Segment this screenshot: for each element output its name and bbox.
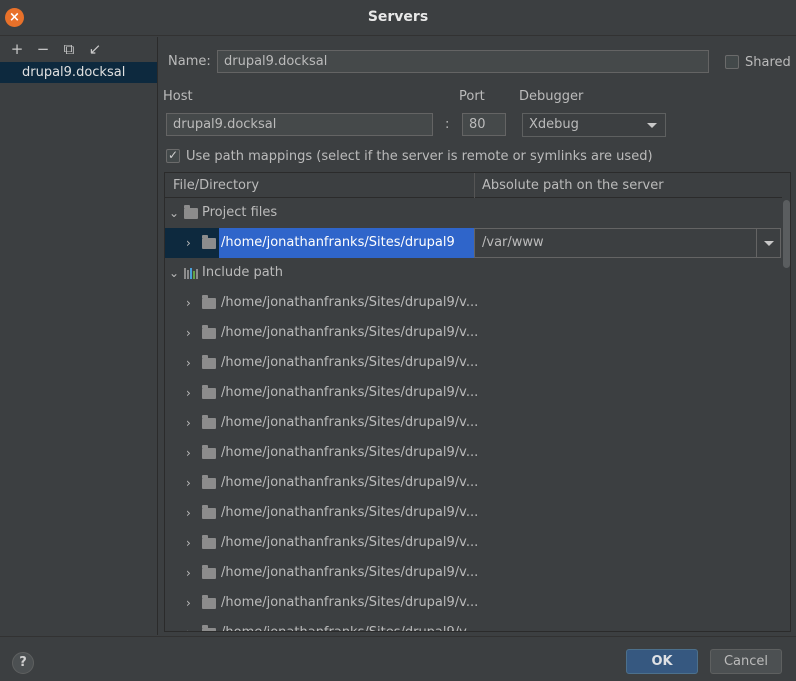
- folder-icon: [202, 355, 216, 369]
- table-header: File/Directory Absolute path on the serv…: [165, 173, 782, 198]
- include-path-item[interactable]: › /home/jonathanfranks/Sites/drupal9/v...: [165, 498, 782, 528]
- port-field[interactable]: [462, 113, 506, 136]
- shared-label: Shared: [745, 55, 791, 70]
- include-path-item[interactable]: › /home/jonathanfranks/Sites/drupal9/v...: [165, 288, 782, 318]
- shared-checkbox[interactable]: [725, 55, 739, 69]
- column-header-file[interactable]: File/Directory: [165, 173, 259, 198]
- chevron-right-icon[interactable]: ›: [186, 228, 191, 258]
- include-path-item[interactable]: › /home/jonathanfranks/Sites/drupal9/v...: [165, 378, 782, 408]
- help-button[interactable]: ?: [12, 652, 34, 674]
- include-path-item[interactable]: › /home/jonathanfranks/Sites/drupal9/v...: [165, 348, 782, 378]
- include-path-text: /home/jonathanfranks/Sites/drupal9/v...: [221, 595, 479, 610]
- server-path-editor[interactable]: /var/www: [474, 228, 781, 258]
- folder-icon: [202, 595, 216, 609]
- project-files-row[interactable]: ⌄ Project files: [165, 198, 782, 228]
- column-header-absolute-path[interactable]: Absolute path on the server: [474, 173, 664, 198]
- scrollbar-thumb[interactable]: [783, 200, 790, 268]
- include-path-text: /home/jonathanfranks/Sites/drupal9/v...: [221, 618, 478, 631]
- chevron-right-icon[interactable]: ›: [186, 618, 191, 631]
- include-path-item[interactable]: › /home/jonathanfranks/Sites/drupal9/v...: [165, 528, 782, 558]
- server-item-drupal9[interactable]: drupal9.docksal: [0, 62, 157, 83]
- include-path-text: /home/jonathanfranks/Sites/drupal9/v...: [221, 535, 479, 550]
- include-path-text: /home/jonathanfranks/Sites/drupal9/v...: [221, 325, 479, 340]
- copy-icon[interactable]: ⧉: [56, 38, 82, 60]
- include-path-item[interactable]: › /home/jonathanfranks/Sites/drupal9/v...: [165, 438, 782, 468]
- folder-icon: [202, 445, 216, 459]
- project-local-path: /home/jonathanfranks/Sites/drupal9: [221, 235, 455, 250]
- folder-icon: [202, 565, 216, 579]
- host-field[interactable]: [166, 113, 433, 136]
- path-mappings-label: Use path mappings (select if the server …: [186, 149, 653, 164]
- debugger-select[interactable]: Xdebug: [522, 113, 666, 137]
- include-path-text: /home/jonathanfranks/Sites/drupal9/v...: [221, 445, 479, 460]
- port-label: Port: [459, 89, 485, 104]
- include-path-text: /home/jonathanfranks/Sites/drupal9/v...: [221, 295, 479, 310]
- add-icon[interactable]: +: [4, 38, 30, 60]
- path-mappings-table: File/Directory Absolute path on the serv…: [164, 172, 791, 632]
- include-path-row[interactable]: ⌄ Include path: [165, 258, 782, 288]
- folder-icon: [184, 205, 198, 219]
- chevron-down-icon: [647, 123, 657, 128]
- server-path-value: /var/www: [482, 235, 544, 250]
- host-label: Host: [163, 89, 193, 104]
- chevron-right-icon[interactable]: ›: [186, 378, 191, 408]
- path-mappings-checkbox[interactable]: [166, 148, 180, 163]
- chevron-right-icon[interactable]: ›: [186, 408, 191, 438]
- name-label: Name:: [168, 54, 211, 69]
- folder-icon: [202, 625, 216, 631]
- name-field[interactable]: [217, 50, 709, 73]
- include-path-text: /home/jonathanfranks/Sites/drupal9/v...: [221, 505, 479, 520]
- include-path-label: Include path: [202, 265, 284, 280]
- chevron-right-icon[interactable]: ›: [186, 528, 191, 558]
- folder-icon: [202, 415, 216, 429]
- include-path-item[interactable]: › /home/jonathanfranks/Sites/drupal9/v...: [165, 468, 782, 498]
- folder-icon: [202, 535, 216, 549]
- table-scrollbar[interactable]: [782, 198, 790, 631]
- port-separator: :: [445, 117, 450, 132]
- folder-icon: [202, 235, 216, 249]
- project-files-label: Project files: [202, 205, 278, 220]
- include-path-text: /home/jonathanfranks/Sites/drupal9/v...: [221, 475, 479, 490]
- cancel-button[interactable]: Cancel: [710, 649, 782, 674]
- folder-icon: [202, 295, 216, 309]
- chevron-right-icon[interactable]: ›: [186, 288, 191, 318]
- include-path-text: /home/jonathanfranks/Sites/drupal9/v...: [221, 385, 479, 400]
- include-path-item[interactable]: › /home/jonathanfranks/Sites/drupal9/v...: [165, 408, 782, 438]
- chevron-right-icon[interactable]: ›: [186, 588, 191, 618]
- include-path-item[interactable]: › /home/jonathanfranks/Sites/drupal9/v...: [165, 318, 782, 348]
- include-path-item[interactable]: › /home/jonathanfranks/Sites/drupal9/v...: [165, 558, 782, 588]
- chevron-down-icon[interactable]: ⌄: [169, 258, 179, 288]
- folder-icon: [202, 475, 216, 489]
- folder-icon: [202, 325, 216, 339]
- chevron-right-icon[interactable]: ›: [186, 348, 191, 378]
- library-icon: [184, 267, 198, 279]
- import-icon[interactable]: ↙: [82, 38, 108, 60]
- chevron-right-icon[interactable]: ›: [186, 318, 191, 348]
- chevron-right-icon[interactable]: ›: [186, 498, 191, 528]
- include-path-item[interactable]: › /home/jonathanfranks/Sites/drupal9/v...: [165, 588, 782, 618]
- chevron-right-icon[interactable]: ›: [186, 468, 191, 498]
- server-toolbar: + − ⧉ ↙: [0, 37, 157, 61]
- dialog-footer: ? OK Cancel: [0, 636, 796, 681]
- include-path-text: /home/jonathanfranks/Sites/drupal9/v...: [221, 415, 479, 430]
- chevron-down-icon[interactable]: [756, 229, 780, 257]
- server-list-panel: + − ⧉ ↙ drupal9.docksal: [0, 37, 158, 635]
- debugger-label: Debugger: [519, 89, 584, 104]
- window-title: Servers: [367, 9, 429, 25]
- ok-button[interactable]: OK: [626, 649, 698, 674]
- remove-icon[interactable]: −: [30, 38, 56, 60]
- selected-mapping-row[interactable]: › /home/jonathanfranks/Sites/drupal9 /va…: [165, 228, 782, 258]
- folder-icon: [202, 385, 216, 399]
- chevron-right-icon[interactable]: ›: [186, 558, 191, 588]
- chevron-right-icon[interactable]: ›: [186, 438, 191, 468]
- title-bar: × Servers: [0, 0, 796, 36]
- include-path-text: /home/jonathanfranks/Sites/drupal9/v...: [221, 355, 479, 370]
- folder-icon: [202, 505, 216, 519]
- chevron-down-icon[interactable]: ⌄: [169, 198, 179, 228]
- include-path-item[interactable]: › /home/jonathanfranks/Sites/drupal9/v...: [165, 618, 782, 631]
- debugger-value: Xdebug: [529, 117, 579, 132]
- include-path-text: /home/jonathanfranks/Sites/drupal9/v...: [221, 565, 479, 580]
